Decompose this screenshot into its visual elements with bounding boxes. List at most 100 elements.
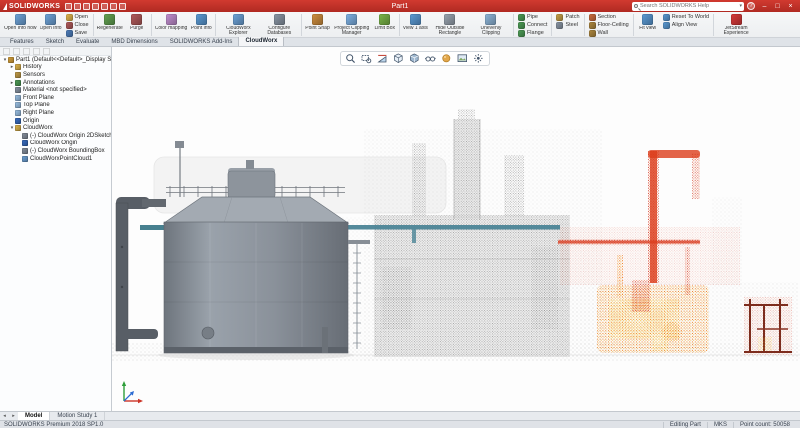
options-icon[interactable] — [119, 3, 126, 10]
displaymanager-icon[interactable] — [43, 48, 50, 55]
flange-icon — [518, 30, 525, 37]
wall-button[interactable]: Wall — [587, 29, 631, 37]
tab-solidworks-add-ins[interactable]: SOLIDWORKS Add-Ins — [164, 38, 239, 46]
close-button[interactable]: Close — [64, 21, 91, 29]
regenerate-button[interactable]: Regenerate — [96, 13, 124, 37]
undo-icon[interactable] — [101, 3, 108, 10]
reset-world-icon — [663, 14, 670, 21]
view-1-axis-button[interactable]: View 1 axis — [402, 13, 429, 37]
help-icon[interactable]: ? — [747, 2, 755, 10]
tab-cloudworx[interactable]: CloudWorx — [238, 37, 284, 46]
tree-item-top-plane[interactable]: Top Plane — [0, 102, 111, 110]
feature-tree: ▾Part1 (Default<<Default>_Display Sta▸Hi… — [0, 56, 111, 162]
cloudworx-explorer-button[interactable]: CloudWorx Explorer — [218, 13, 258, 37]
edit-appearance-icon[interactable] — [441, 53, 453, 64]
align-view-button[interactable]: Align View — [661, 21, 711, 29]
print-icon[interactable] — [92, 3, 99, 10]
tab-sketch[interactable]: Sketch — [40, 38, 70, 46]
ribbon-button-label: Wall — [598, 30, 609, 36]
configurationmanager-icon[interactable] — [23, 48, 30, 55]
ribbon-button-label: Patch — [565, 14, 579, 20]
connect-button[interactable]: Connect — [516, 21, 550, 29]
explorer-icon — [233, 14, 244, 25]
search-input[interactable] — [640, 3, 737, 9]
open-button[interactable]: Open — [64, 13, 91, 21]
floor-ceiling-button[interactable]: Floor-Ceiling — [587, 21, 631, 29]
point-info-button[interactable]: Point info — [189, 13, 213, 37]
tree-item-cloudworx-origin[interactable]: CloudWorx Origin — [0, 140, 111, 148]
propertymanager-icon[interactable] — [13, 48, 20, 55]
open-icon[interactable] — [74, 3, 81, 10]
tree-item-right-plane[interactable]: Right Plane — [0, 109, 111, 117]
database-icon — [274, 14, 285, 25]
featuremanager-icon[interactable] — [3, 48, 10, 55]
help-search-box[interactable]: ▾ — [632, 2, 744, 11]
maximize-button[interactable]: □ — [771, 1, 784, 12]
tab-evaluate[interactable]: Evaluate — [70, 38, 105, 46]
tab-scroll-left-icon[interactable]: ◂ — [0, 412, 9, 420]
model-tab-model[interactable]: Model — [18, 412, 50, 420]
tree-item-label: CloudWorx — [23, 125, 53, 131]
hide-show-icon[interactable] — [425, 53, 437, 64]
save-button[interactable]: Save — [64, 29, 91, 37]
graphics-viewport[interactable] — [112, 47, 800, 411]
view-orientation-icon[interactable] — [393, 53, 405, 64]
section-button[interactable]: Section — [587, 13, 631, 21]
dimxpert-icon[interactable] — [33, 48, 40, 55]
jetstream-experience-button[interactable]: JetStream Experience — [716, 13, 756, 37]
tree-item-part1-default-default[interactable]: ▾Part1 (Default<<Default>_Display Sta — [0, 56, 111, 64]
origin-icon — [15, 118, 21, 124]
tree-item-cloudworx[interactable]: ▾CloudWorx — [0, 124, 111, 132]
ribbon-group-5: View 1 axisHide Outside RectangleUnevenl… — [401, 13, 512, 37]
color-mapping-button[interactable]: Color mapping — [154, 13, 189, 37]
apply-scene-icon[interactable] — [457, 53, 469, 64]
plane-icon — [15, 110, 21, 116]
minimize-button[interactable]: – — [758, 1, 771, 12]
save-icon[interactable] — [83, 3, 90, 10]
close-button[interactable]: × — [784, 1, 797, 12]
solidworks-app: SOLIDWORKS Part1 ▾ ? –□× Open Info nowOp… — [0, 0, 800, 428]
purge-button[interactable]: Purge — [125, 13, 149, 37]
tree-item-cloudworxpointcloud1[interactable]: CloudWorxPointCloud1 — [0, 155, 111, 163]
project-clipping-manager-button[interactable]: Project Clipping Manager — [332, 13, 372, 37]
pipe-button[interactable]: Pipe — [516, 13, 550, 21]
ribbon-button-label: Fit view — [639, 26, 656, 31]
limit-box-button[interactable]: Limit Box — [373, 13, 397, 37]
model-tab-motion-study-1[interactable]: Motion Study 1 — [50, 412, 105, 420]
hide-outside-rectangle-button[interactable]: Hide Outside Rectangle — [430, 13, 470, 37]
search-dropdown-icon[interactable]: ▾ — [739, 3, 742, 9]
new-icon[interactable] — [65, 3, 72, 10]
tab-scroll-right-icon[interactable]: ▸ — [9, 412, 18, 420]
tree-item-cloudworx-boundingbo[interactable]: (-) CloudWorx BoundingBox — [0, 147, 111, 155]
featuremanager-panel: ▾Part1 (Default<<Default>_Display Sta▸Hi… — [0, 47, 112, 411]
display-style-icon[interactable] — [409, 53, 421, 64]
open-info-button[interactable]: Open Info — [39, 13, 63, 37]
flange-button[interactable]: Flange — [516, 29, 550, 37]
tree-item-material-not-specified[interactable]: Material <not specified> — [0, 86, 111, 94]
reset-to-world-button[interactable]: Reset To World — [661, 13, 711, 21]
unevenly-clipping-button[interactable]: Unevenly Clipping — [471, 13, 511, 37]
tab-mbd-dimensions[interactable]: MBD Dimensions — [105, 38, 163, 46]
rebuild-icon[interactable] — [110, 3, 117, 10]
tree-item-sensors[interactable]: Sensors — [0, 71, 111, 79]
tree-item-history[interactable]: ▸History — [0, 64, 111, 72]
sketch3d-icon — [22, 148, 28, 154]
point-snap-button[interactable]: Point Snap — [304, 13, 330, 37]
fit-view-button[interactable]: Fit view — [636, 13, 660, 37]
tree-item-label: Annotations — [23, 80, 55, 86]
open-info-now-button[interactable]: Open Info now — [3, 13, 38, 37]
patch-icon — [556, 14, 563, 21]
tree-item-annotations[interactable]: ▸Annotations — [0, 79, 111, 87]
patch-button[interactable]: Patch — [554, 13, 581, 21]
configure-databases-button[interactable]: Configure Databases — [259, 13, 299, 37]
steel-button[interactable]: Steel — [554, 21, 581, 29]
zoom-fit-icon[interactable] — [345, 53, 357, 64]
tab-features[interactable]: Features — [4, 38, 40, 46]
tree-item-front-plane[interactable]: Front Plane — [0, 94, 111, 102]
tree-item-cloudworx-origin-2ds[interactable]: (-) CloudWorx Origin 2DSketch — [0, 132, 111, 140]
zoom-area-icon[interactable] — [361, 53, 373, 64]
section-view-icon[interactable] — [377, 53, 389, 64]
view-settings-icon[interactable] — [473, 53, 485, 64]
tree-item-origin[interactable]: Origin — [0, 117, 111, 125]
ribbon-button-label: Open — [75, 14, 88, 20]
